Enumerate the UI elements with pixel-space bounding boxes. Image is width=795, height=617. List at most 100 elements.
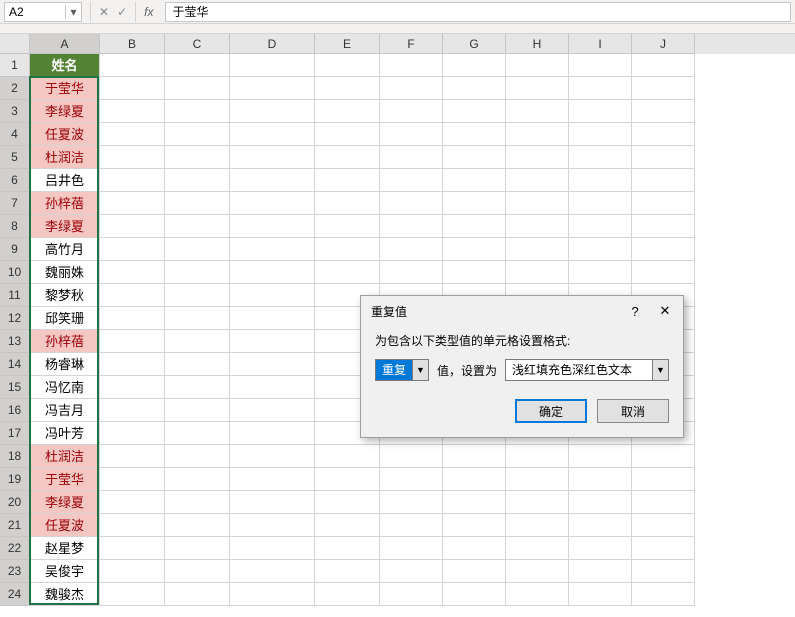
cell[interactable] bbox=[230, 238, 315, 261]
cell[interactable] bbox=[443, 77, 506, 100]
row-header[interactable]: 16 bbox=[0, 399, 30, 422]
cell[interactable] bbox=[230, 376, 315, 399]
cell[interactable] bbox=[443, 123, 506, 146]
cell[interactable] bbox=[315, 123, 380, 146]
cell[interactable] bbox=[632, 169, 695, 192]
cell[interactable] bbox=[632, 54, 695, 77]
cell[interactable] bbox=[569, 123, 632, 146]
cell[interactable] bbox=[100, 238, 165, 261]
cell[interactable] bbox=[315, 537, 380, 560]
row-header[interactable]: 3 bbox=[0, 100, 30, 123]
cell[interactable] bbox=[230, 445, 315, 468]
cell[interactable] bbox=[380, 491, 443, 514]
row-header[interactable]: 23 bbox=[0, 560, 30, 583]
cell[interactable]: 吕井色 bbox=[30, 169, 100, 192]
cell[interactable] bbox=[443, 261, 506, 284]
cell[interactable] bbox=[569, 54, 632, 77]
cell[interactable] bbox=[506, 261, 569, 284]
cell[interactable] bbox=[230, 399, 315, 422]
cell[interactable] bbox=[230, 284, 315, 307]
cell[interactable] bbox=[100, 514, 165, 537]
cell[interactable] bbox=[443, 215, 506, 238]
cell[interactable] bbox=[632, 537, 695, 560]
cell[interactable] bbox=[569, 261, 632, 284]
row-header[interactable]: 21 bbox=[0, 514, 30, 537]
cell[interactable] bbox=[443, 560, 506, 583]
cell[interactable]: 杜润洁 bbox=[30, 445, 100, 468]
cell[interactable] bbox=[315, 215, 380, 238]
column-header[interactable]: F bbox=[380, 34, 443, 54]
cell[interactable]: 于莹华 bbox=[30, 468, 100, 491]
cell[interactable] bbox=[165, 583, 230, 606]
cell[interactable]: 赵星梦 bbox=[30, 537, 100, 560]
cell[interactable]: 孙梓蓓 bbox=[30, 330, 100, 353]
cell[interactable] bbox=[443, 445, 506, 468]
cancel-button[interactable]: 取消 bbox=[597, 399, 669, 423]
cell[interactable] bbox=[165, 514, 230, 537]
close-icon[interactable]: ✕ bbox=[657, 303, 673, 319]
cell[interactable] bbox=[443, 146, 506, 169]
cell[interactable] bbox=[230, 169, 315, 192]
column-header[interactable]: E bbox=[315, 34, 380, 54]
cell[interactable] bbox=[230, 215, 315, 238]
chevron-down-icon[interactable]: ▼ bbox=[412, 360, 428, 380]
row-header[interactable]: 11 bbox=[0, 284, 30, 307]
cell[interactable] bbox=[100, 468, 165, 491]
cell[interactable] bbox=[506, 169, 569, 192]
cell[interactable] bbox=[380, 445, 443, 468]
cell[interactable] bbox=[632, 215, 695, 238]
cell[interactable] bbox=[165, 491, 230, 514]
cell[interactable]: 姓名 bbox=[30, 54, 100, 77]
name-box-input[interactable] bbox=[5, 5, 65, 19]
cell[interactable] bbox=[632, 468, 695, 491]
cell[interactable] bbox=[100, 330, 165, 353]
cell[interactable] bbox=[165, 238, 230, 261]
cell[interactable]: 于莹华 bbox=[30, 77, 100, 100]
ok-button[interactable]: 确定 bbox=[515, 399, 587, 423]
column-header[interactable]: G bbox=[443, 34, 506, 54]
cell[interactable] bbox=[569, 491, 632, 514]
cell[interactable] bbox=[165, 330, 230, 353]
cell[interactable] bbox=[569, 560, 632, 583]
cell[interactable] bbox=[315, 560, 380, 583]
cell[interactable] bbox=[230, 491, 315, 514]
cell[interactable] bbox=[230, 560, 315, 583]
cell[interactable] bbox=[506, 537, 569, 560]
fx-icon[interactable]: fx bbox=[135, 2, 161, 22]
formula-input[interactable] bbox=[165, 2, 791, 22]
cell[interactable] bbox=[315, 77, 380, 100]
cell[interactable] bbox=[380, 54, 443, 77]
cell[interactable] bbox=[165, 422, 230, 445]
cell[interactable] bbox=[569, 100, 632, 123]
cell[interactable]: 李绿夏 bbox=[30, 491, 100, 514]
cell[interactable] bbox=[632, 146, 695, 169]
cell[interactable] bbox=[506, 215, 569, 238]
cell[interactable] bbox=[632, 261, 695, 284]
type-combo[interactable]: 重复 ▼ bbox=[375, 359, 429, 381]
cell[interactable] bbox=[380, 146, 443, 169]
row-header[interactable]: 6 bbox=[0, 169, 30, 192]
cell[interactable] bbox=[165, 100, 230, 123]
cell[interactable] bbox=[230, 307, 315, 330]
cell[interactable] bbox=[230, 146, 315, 169]
cell[interactable] bbox=[230, 422, 315, 445]
cell[interactable] bbox=[506, 583, 569, 606]
cell[interactable] bbox=[165, 123, 230, 146]
cell[interactable] bbox=[380, 100, 443, 123]
cell[interactable] bbox=[100, 77, 165, 100]
column-header[interactable]: B bbox=[100, 34, 165, 54]
cell[interactable] bbox=[506, 123, 569, 146]
row-header[interactable]: 17 bbox=[0, 422, 30, 445]
cell[interactable] bbox=[632, 192, 695, 215]
cell[interactable] bbox=[443, 537, 506, 560]
cell[interactable] bbox=[315, 445, 380, 468]
row-header[interactable]: 9 bbox=[0, 238, 30, 261]
cell[interactable] bbox=[100, 146, 165, 169]
column-header[interactable]: C bbox=[165, 34, 230, 54]
cell[interactable] bbox=[632, 583, 695, 606]
cell[interactable] bbox=[165, 77, 230, 100]
cell[interactable] bbox=[380, 123, 443, 146]
cell[interactable] bbox=[100, 307, 165, 330]
cell[interactable] bbox=[100, 169, 165, 192]
cell[interactable] bbox=[315, 146, 380, 169]
